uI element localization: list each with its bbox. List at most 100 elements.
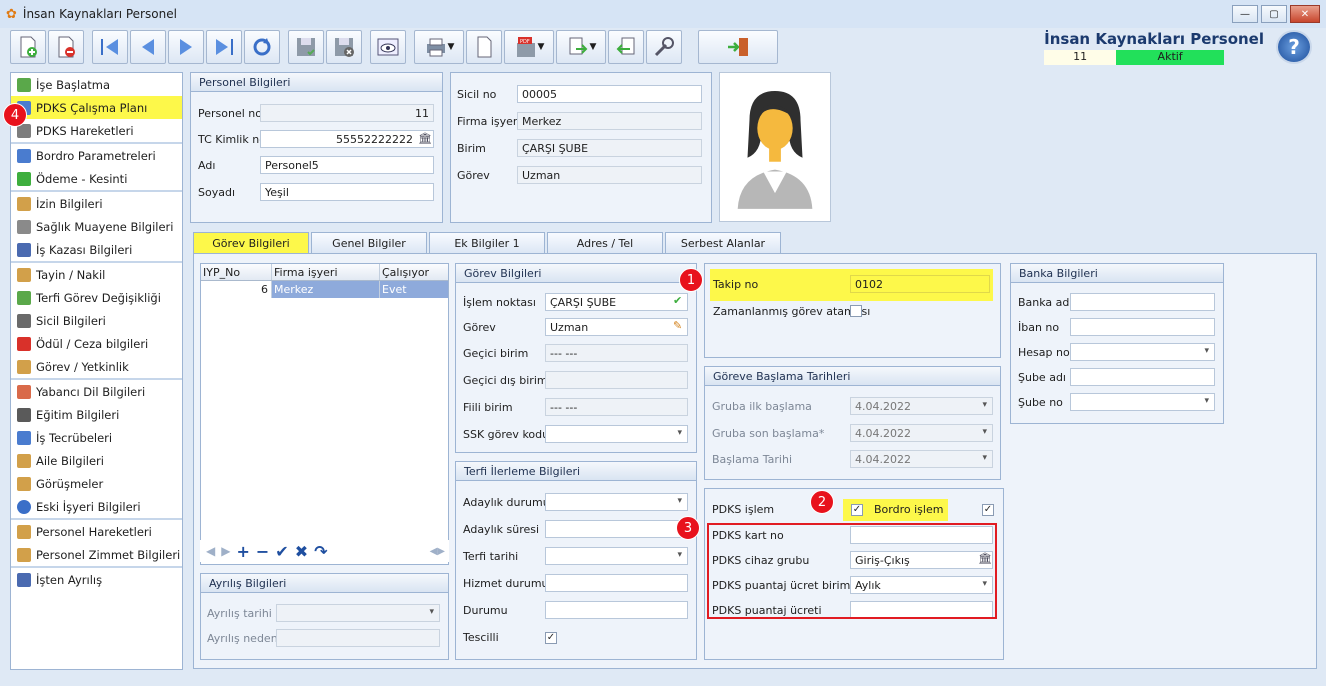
sube-adi-field[interactable] <box>1070 368 1215 386</box>
sidebar-item-aile[interactable]: Aile Bilgileri <box>11 449 182 472</box>
gecici-dis-birim-field[interactable] <box>545 371 688 389</box>
gorev-field[interactable]: Uzman <box>517 166 702 184</box>
baslama-tarihi-field[interactable]: 4.04.2022 <box>850 450 993 468</box>
bordro-islem-checkbox[interactable]: ✓ <box>982 504 994 516</box>
tab-adres-tel[interactable]: Adres / Tel <box>547 232 663 254</box>
islem-noktasi-field[interactable]: ÇARŞI ŞUBE <box>545 293 688 311</box>
takip-no-field[interactable]: 0102 <box>850 275 990 293</box>
adi-field[interactable]: Personel5 <box>260 156 434 174</box>
nav-refresh-icon[interactable]: ↷ <box>314 542 327 561</box>
personel-no-field[interactable]: 11 <box>260 104 434 122</box>
nav-remove-icon[interactable]: − <box>256 542 269 561</box>
grid-col-iyp-no[interactable]: IYP_No <box>201 264 272 280</box>
terfi-tarihi-field[interactable] <box>545 547 688 565</box>
personel-photo[interactable] <box>719 72 831 222</box>
grid-col-firma-isyeri[interactable]: Firma işyeri <box>272 264 380 280</box>
iban-no-field[interactable] <box>1070 318 1215 336</box>
tab-gorev-bilgileri[interactable]: Görev Bilgileri <box>193 232 309 254</box>
table-row[interactable]: 6 Merkez Evet <box>201 281 448 298</box>
hizmet-durumu-label: Hizmet durumu <box>463 577 549 590</box>
previous-record-button[interactable] <box>130 30 166 64</box>
gruba-son-field[interactable]: 4.04.2022 <box>850 424 993 442</box>
nav-prev-icon[interactable]: ◀ <box>206 544 215 558</box>
sidebar-item-pdks-calisma-plani[interactable]: PDKS Çalışma Planı <box>11 96 182 119</box>
ayrilis-nedeni-field[interactable] <box>276 629 440 647</box>
sidebar-item-is-tecrubeleri[interactable]: İş Tecrübeleri <box>11 426 182 449</box>
sidebar-item-sicil-bilgileri[interactable]: Sicil Bilgileri <box>11 309 182 332</box>
sidebar-item-saglik-muayene[interactable]: Sağlık Muayene Bilgileri <box>11 215 182 238</box>
import-button[interactable] <box>608 30 644 64</box>
ayrilis-tarihi-field[interactable] <box>276 604 440 622</box>
tab-ek-bilgiler-1[interactable]: Ek Bilgiler 1 <box>429 232 545 254</box>
tescilli-checkbox[interactable]: ✓ <box>545 632 557 644</box>
hizmet-durumu-field[interactable] <box>545 574 688 592</box>
nav-cancel-icon[interactable]: ✖ <box>295 542 308 561</box>
grid-col-calisiyor[interactable]: Çalışıyor <box>380 264 448 280</box>
next-record-button[interactable] <box>168 30 204 64</box>
adaylik-suresi-field[interactable] <box>545 520 688 538</box>
zamanlanmis-checkbox[interactable] <box>850 305 862 317</box>
ssk-gorev-kodu-field[interactable] <box>545 425 688 443</box>
sidebar-item-ise-baslatma[interactable]: İşe Başlatma <box>11 73 182 96</box>
nav-scroll-icon[interactable]: ◀▶ <box>430 546 445 557</box>
banka-adi-field[interactable] <box>1070 293 1215 311</box>
sidebar-item-gorusmeler[interactable]: Görüşmeler <box>11 472 182 495</box>
birim-field[interactable]: ÇARŞI ŞUBE <box>517 139 702 157</box>
tools-button[interactable] <box>646 30 682 64</box>
adaylik-durumu-field[interactable] <box>545 493 688 511</box>
pdf-button[interactable]: PDF ▼ <box>504 30 554 64</box>
sidebar-item-personel-hareketleri[interactable]: Personel Hareketleri <box>11 520 182 543</box>
sidebar-item-pdks-hareketleri[interactable]: PDKS Hareketleri <box>11 119 182 142</box>
ayrilis-panel-title: Ayrılış Bilgileri <box>201 574 448 593</box>
close-button[interactable]: ✕ <box>1290 5 1320 23</box>
fiili-birim-field[interactable]: --- --- <box>545 398 688 416</box>
sidebar-item-odul-ceza[interactable]: Ödül / Ceza bilgileri <box>11 332 182 355</box>
delete-record-button[interactable] <box>48 30 84 64</box>
cancel-button[interactable] <box>326 30 362 64</box>
new-record-button[interactable] <box>10 30 46 64</box>
sicil-no-field[interactable]: 00005 <box>517 85 702 103</box>
sidebar-item-gorev-yetkinlik[interactable]: Görev / Yetkinlik <box>11 355 182 378</box>
help-button[interactable]: ? <box>1276 30 1312 64</box>
document-button[interactable] <box>466 30 502 64</box>
minimize-button[interactable]: — <box>1232 5 1258 23</box>
tc-kimlik-field[interactable]: 55552222222 <box>260 130 434 148</box>
gruba-ilk-field[interactable]: 4.04.2022 <box>850 397 993 415</box>
flag-icon <box>17 77 31 92</box>
sidebar-item-is-kazasi[interactable]: İş Kazası Bilgileri <box>11 238 182 261</box>
refresh-button[interactable] <box>244 30 280 64</box>
last-record-button[interactable] <box>206 30 242 64</box>
firma-isyeri-field[interactable]: Merkez <box>517 112 702 130</box>
sidebar-item-odeme-kesinti[interactable]: Ödeme - Kesinti <box>11 167 182 190</box>
save-button[interactable] <box>288 30 324 64</box>
sidebar-item-terfi-gorev[interactable]: Terfi Görev Değişikliği <box>11 286 182 309</box>
print-button[interactable]: ▼ <box>414 30 464 64</box>
nav-confirm-icon[interactable]: ✔ <box>275 542 288 561</box>
sidebar-item-eski-isyeri[interactable]: Eski İşyeri Bilgileri <box>11 495 182 518</box>
gorev-select-field[interactable]: Uzman <box>545 318 688 336</box>
sidebar-item-tayin-nakil[interactable]: Tayin / Nakil <box>11 263 182 286</box>
soyadi-field[interactable]: Yeşil <box>260 183 434 201</box>
sube-no-field[interactable] <box>1070 393 1215 411</box>
sidebar-item-yabanci-dil[interactable]: Yabancı Dil Bilgileri <box>11 380 182 403</box>
pencil-icon <box>17 313 31 328</box>
pdks-islem-checkbox[interactable]: ✓ <box>851 504 863 516</box>
nav-add-icon[interactable]: + <box>236 542 249 561</box>
first-record-button[interactable] <box>92 30 128 64</box>
maximize-button[interactable]: ▢ <box>1261 5 1287 23</box>
exit-button[interactable] <box>698 30 778 64</box>
sidebar-item-egitim[interactable]: Eğitim Bilgileri <box>11 403 182 426</box>
tab-serbest-alanlar[interactable]: Serbest Alanlar <box>665 232 781 254</box>
sidebar-item-isten-ayrilis[interactable]: İşten Ayrılış <box>11 568 182 591</box>
nav-next-icon[interactable]: ▶ <box>221 544 230 558</box>
tab-genel-bilgiler[interactable]: Genel Bilgiler <box>311 232 427 254</box>
durumu-field[interactable] <box>545 601 688 619</box>
gecici-birim-field[interactable]: --- --- <box>545 344 688 362</box>
firma-isyeri-label: Firma işyeri <box>457 115 521 128</box>
sidebar-item-izin-bilgileri[interactable]: İzin Bilgileri <box>11 192 182 215</box>
export-button[interactable]: ▼ <box>556 30 606 64</box>
sidebar-item-personel-zimmet[interactable]: Personel Zimmet Bilgileri <box>11 543 182 566</box>
preview-button[interactable] <box>370 30 406 64</box>
hesap-no-field[interactable] <box>1070 343 1215 361</box>
sidebar-item-bordro-parametreleri[interactable]: Bordro Parametreleri <box>11 144 182 167</box>
